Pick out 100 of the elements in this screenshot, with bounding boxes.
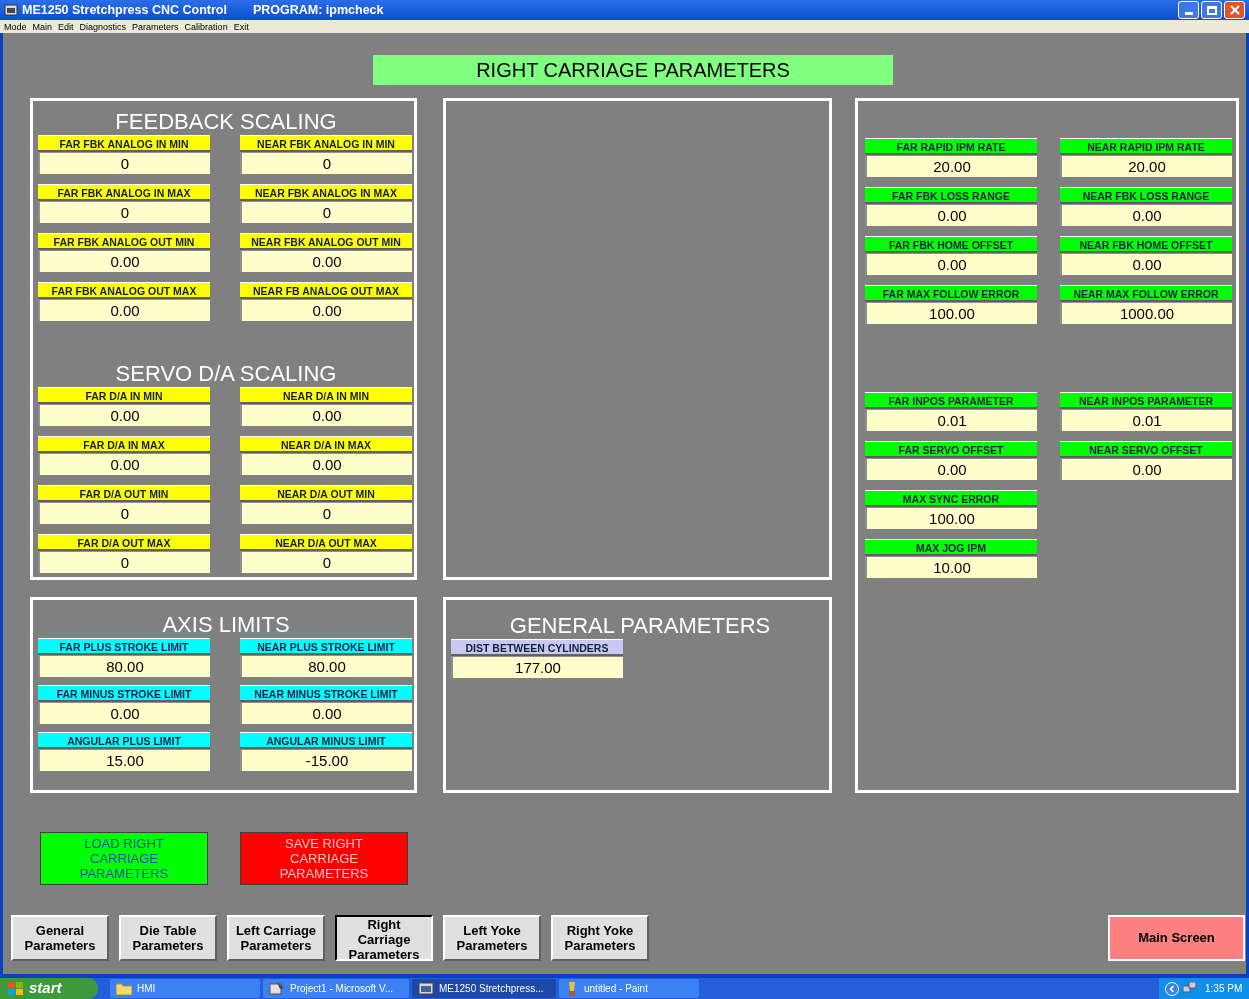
maximize-button[interactable] [1201, 1, 1222, 19]
minimize-button[interactable] [1178, 1, 1199, 19]
value-field[interactable]: 0.00 [865, 204, 1037, 226]
field-label: FAR MAX FOLLOW ERROR [865, 285, 1037, 302]
tab[interactable]: Right Yoke Parameters [551, 915, 649, 961]
value-field[interactable]: 100.00 [865, 302, 1037, 324]
field-label: FAR RAPID IPM RATE [865, 138, 1037, 155]
field-label: NEAR FBK LOSS RANGE [1060, 187, 1232, 204]
window-icon [269, 981, 285, 996]
taskbar-item[interactable]: HMI [110, 979, 260, 998]
value-field[interactable]: 1000.00 [1060, 302, 1232, 324]
tab[interactable]: Left Carriage Parameters [227, 915, 325, 961]
value-field[interactable]: 80.00 [38, 655, 210, 677]
value-field[interactable]: 0.00 [240, 453, 412, 475]
value-field[interactable]: 20.00 [1060, 155, 1232, 177]
tab[interactable]: General Parameters [11, 915, 109, 961]
value-field[interactable]: 0.00 [38, 250, 210, 272]
section-heading: SERVO D/A SCALING [114, 361, 338, 387]
value-field[interactable]: 0.00 [1060, 253, 1232, 275]
value-field[interactable]: 0 [240, 502, 412, 524]
field-label: MAX JOG IPM [865, 539, 1037, 556]
tab[interactable]: Right Carriage Parameters [335, 915, 433, 961]
value-field[interactable]: 100.00 [865, 507, 1037, 529]
value-field[interactable]: 0.00 [38, 404, 210, 426]
clock: 1:35 PM [1205, 982, 1243, 996]
field-label: NEAR MAX FOLLOW ERROR [1060, 285, 1232, 302]
menu-item[interactable]: Edit [58, 20, 74, 33]
start-button[interactable]: start [0, 978, 98, 999]
menu-item[interactable]: Calibration [184, 20, 228, 33]
window-title: ME1250 Stretchpress CNC Control [22, 1, 227, 19]
menu-item[interactable]: Mode [4, 20, 27, 33]
network-icon[interactable] [1183, 982, 1197, 995]
value-field[interactable]: 0.00 [240, 702, 412, 724]
value-field[interactable]: -15.00 [240, 749, 412, 771]
menu-item[interactable]: Main [32, 20, 53, 33]
field-label: NEAR D/A OUT MIN [240, 485, 412, 502]
value-field[interactable]: 0.00 [1060, 458, 1232, 480]
menu-item[interactable]: Diagnostics [79, 20, 127, 33]
value-field[interactable]: 0 [38, 201, 210, 223]
value-field[interactable]: 0 [38, 152, 210, 174]
chevron-icon[interactable] [1165, 981, 1179, 996]
field-label: NEAR FBK ANALOG IN MAX [240, 184, 412, 201]
value-field[interactable]: 0.00 [1060, 204, 1232, 226]
field-label: NEAR PLUS STROKE LIMIT [240, 638, 412, 655]
value-field[interactable]: 0 [240, 201, 412, 223]
load-button[interactable]: LOAD RIGHT CARRIAGE PARAMETERS [40, 832, 208, 885]
value-field[interactable]: 0 [240, 551, 412, 573]
field-label: FAR FBK HOME OFFSET [865, 236, 1037, 253]
field-label: FAR D/A IN MAX [38, 436, 210, 453]
value-field[interactable]: 0.00 [865, 458, 1037, 480]
field-label: FAR D/A IN MIN [38, 387, 210, 404]
value-field[interactable]: 0.00 [865, 253, 1037, 275]
value-field[interactable]: 177.00 [451, 656, 623, 678]
field-label: NEAR D/A IN MIN [240, 387, 412, 404]
field-label: FAR MINUS STROKE LIMIT [38, 685, 210, 702]
field-label: FAR SERVO OFFSET [865, 441, 1037, 458]
value-field[interactable]: 10.00 [865, 556, 1037, 578]
value-field[interactable]: 0.00 [240, 250, 412, 272]
value-field[interactable]: 0.01 [865, 409, 1037, 431]
main-screen-button[interactable]: Main Screen [1108, 915, 1245, 961]
value-field[interactable]: 0.00 [240, 299, 412, 321]
value-field[interactable]: 0.01 [1060, 409, 1232, 431]
section-heading: GENERAL PARAMETERS [508, 613, 772, 639]
menu-item[interactable]: Exit [233, 20, 249, 33]
taskbar-item[interactable]: untitled - Paint [559, 979, 699, 998]
field-label: FAR FBK ANALOG IN MAX [38, 184, 210, 201]
menu-item[interactable]: Parameters [132, 20, 179, 33]
close-button[interactable] [1224, 1, 1245, 19]
value-field[interactable]: 0.00 [38, 299, 210, 321]
taskbar-item[interactable]: ME1250 Stretchpress... [412, 979, 556, 998]
value-field[interactable]: 80.00 [240, 655, 412, 677]
tab[interactable]: Left Yoke Parameters [443, 915, 541, 961]
field-label: ANGULAR MINUS LIMIT [240, 732, 412, 749]
field-label: FAR FBK LOSS RANGE [865, 187, 1037, 204]
value-field[interactable]: 20.00 [865, 155, 1037, 177]
value-field[interactable]: 0.00 [38, 702, 210, 724]
field-label: NEAR FBK ANALOG IN MIN [240, 135, 412, 152]
folder-icon [116, 982, 132, 995]
field-label: NEAR RAPID IPM RATE [1060, 138, 1232, 155]
field-label: FAR INPOS PARAMETER [865, 392, 1037, 409]
value-field[interactable]: 0 [38, 502, 210, 524]
value-field[interactable]: 15.00 [38, 749, 210, 771]
field-label: FAR D/A OUT MIN [38, 485, 210, 502]
field-label: ANGULAR PLUS LIMIT [38, 732, 210, 749]
field-label: NEAR INPOS PARAMETER [1060, 392, 1232, 409]
value-field[interactable]: 0 [240, 152, 412, 174]
window-icon [418, 982, 434, 995]
screen-title: RIGHT CARRIAGE PARAMETERS [373, 55, 893, 85]
value-field[interactable]: 0.00 [38, 453, 210, 475]
app-icon [4, 4, 18, 16]
field-label: NEAR SERVO OFFSET [1060, 441, 1232, 458]
taskbar-item[interactable]: Project1 - Microsoft V... [263, 979, 409, 998]
field-label: MAX SYNC ERROR [865, 490, 1037, 507]
tab[interactable]: Die Table Parameters [119, 915, 217, 961]
value-field[interactable]: 0 [38, 551, 210, 573]
field-label: NEAR FBK HOME OFFSET [1060, 236, 1232, 253]
value-field[interactable]: 0.00 [240, 404, 412, 426]
field-label: FAR FBK ANALOG OUT MIN [38, 233, 210, 250]
program-name: PROGRAM: ipmcheck [252, 1, 384, 19]
field-label: FAR FBK ANALOG IN MIN [38, 135, 210, 152]
